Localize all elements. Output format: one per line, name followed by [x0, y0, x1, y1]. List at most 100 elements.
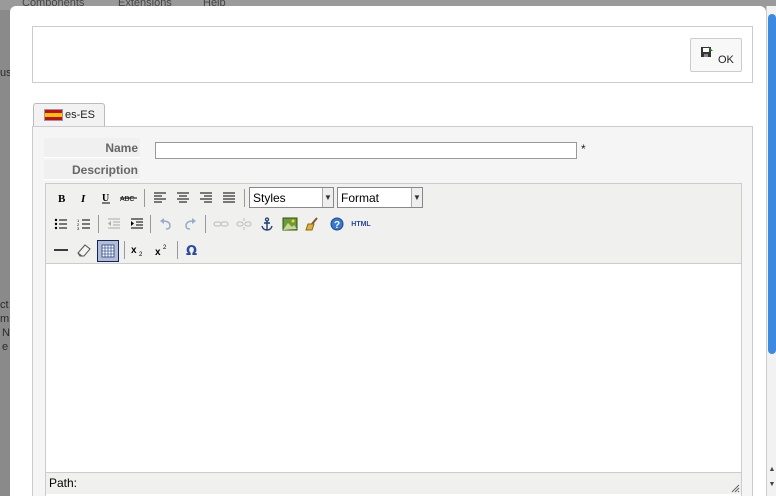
image-icon [282, 217, 298, 231]
remove-format-button[interactable] [74, 240, 94, 260]
description-label: Description [71, 163, 138, 177]
vertical-scrollbar[interactable]: ▲ ▼ [766, 6, 776, 496]
numbered-list-icon: 123 [77, 218, 90, 230]
undo-button[interactable] [156, 214, 176, 234]
unlink-button[interactable] [234, 214, 254, 234]
background-text-fragment: ct [0, 299, 9, 311]
path-label: Path: [49, 476, 78, 490]
required-mark: * [581, 142, 586, 156]
subscript-button[interactable]: x2 [128, 240, 148, 260]
align-left-button[interactable] [150, 188, 170, 208]
svg-text:2: 2 [139, 252, 143, 257]
format-select[interactable]: Format ▼ [337, 187, 423, 208]
svg-text:x: x [155, 247, 161, 257]
spain-flag-icon [44, 109, 63, 121]
underline-button[interactable]: U [96, 188, 116, 208]
svg-text:Ω: Ω [186, 244, 197, 257]
background-text-fragment: m [0, 313, 10, 325]
table-icon [101, 244, 115, 258]
broom-icon [305, 217, 318, 231]
toolbar-panel: OK [32, 26, 753, 83]
description-label-cell: Description [44, 160, 140, 180]
editor-content-area[interactable] [46, 264, 741, 472]
redo-icon [185, 218, 196, 230]
align-center-button[interactable] [173, 188, 193, 208]
align-center-icon [177, 192, 189, 203]
numbered-list-button[interactable]: 123 [74, 214, 94, 234]
ok-label: OK [718, 54, 734, 66]
outdent-icon [108, 218, 120, 229]
horizontal-rule-icon [54, 249, 68, 251]
italic-icon: I [80, 193, 86, 204]
tab-es-es[interactable]: es-ES [33, 103, 105, 127]
styles-select[interactable]: Styles ▼ [249, 187, 334, 208]
anchor-icon [261, 217, 273, 231]
bold-button[interactable]: B [52, 188, 72, 208]
background-text-fragment: e [2, 341, 9, 353]
underline-icon: U [102, 193, 110, 204]
editor-status-bar: Path: [46, 472, 741, 494]
svg-text:2: 2 [163, 245, 167, 251]
html-label: HTML [351, 220, 371, 228]
editor-toolbar: B I U ABC Styles ▼ Format ▼ 1 2 3 ? HTML… [46, 184, 741, 264]
help-icon: ? [330, 217, 344, 231]
strikethrough-icon: ABC [120, 196, 137, 203]
strikethrough-button[interactable]: ABC [119, 188, 139, 208]
align-left-icon [154, 192, 166, 203]
horizontal-rule-button[interactable] [51, 240, 71, 260]
superscript-button[interactable]: x2 [152, 240, 172, 260]
special-char-button[interactable]: Ω [182, 240, 202, 260]
modal-dialog: OK es-ES Name * Description B I U ABC St… [10, 6, 766, 496]
indent-button[interactable] [127, 214, 147, 234]
chevron-down-icon: ▼ [411, 188, 422, 207]
svg-text:x: x [131, 245, 137, 256]
outdent-button[interactable] [104, 214, 124, 234]
omega-icon: Ω [186, 244, 197, 257]
svg-text:U: U [102, 193, 109, 204]
insert-image-button[interactable] [280, 214, 300, 234]
chevron-down-icon: ▼ [322, 188, 333, 207]
ok-button[interactable]: OK [690, 38, 742, 72]
tab-label: es-ES [65, 109, 95, 121]
bold-icon: B [58, 193, 66, 204]
name-label-cell: Name [44, 138, 140, 158]
scroll-down-arrow-icon[interactable]: ▼ [767, 480, 776, 490]
background-text-fragment: N [2, 327, 10, 339]
svg-text:ABC: ABC [120, 196, 134, 203]
unlink-icon [236, 218, 252, 230]
help-button[interactable]: ? [327, 214, 347, 234]
link-icon [213, 221, 229, 227]
table-button[interactable] [97, 240, 119, 262]
html-source-button[interactable]: HTML [349, 214, 373, 234]
svg-text:I: I [80, 193, 86, 204]
svg-text:?: ? [334, 220, 340, 231]
svg-text:B: B [58, 193, 66, 204]
scroll-up-arrow-icon[interactable]: ▲ [767, 465, 776, 475]
save-icon [701, 46, 713, 57]
justify-icon [223, 192, 235, 203]
subscript-icon: x2 [131, 245, 143, 257]
link-button[interactable] [211, 214, 231, 234]
anchor-button[interactable] [257, 214, 277, 234]
indent-icon [131, 218, 143, 229]
align-right-icon [200, 192, 212, 203]
name-label: Name [105, 141, 138, 155]
align-right-button[interactable] [196, 188, 216, 208]
cleanup-button[interactable] [303, 214, 323, 234]
bullet-list-icon [54, 218, 67, 230]
format-select-value: Format [341, 191, 380, 205]
tab-panel: Name * Description B I U ABC Styles ▼ Fo… [32, 126, 753, 496]
undo-icon [160, 218, 171, 230]
eraser-icon [77, 244, 91, 257]
name-input[interactable] [155, 142, 577, 159]
resize-handle-icon[interactable] [730, 483, 740, 493]
scrollbar-thumb[interactable] [768, 14, 776, 354]
redo-button[interactable] [180, 214, 200, 234]
styles-select-value: Styles [253, 191, 286, 205]
rich-text-editor: B I U ABC Styles ▼ Format ▼ 1 2 3 ? HTML… [45, 183, 742, 496]
superscript-icon: x2 [155, 245, 167, 257]
italic-button[interactable]: I [74, 188, 94, 208]
bullet-list-button[interactable] [51, 214, 71, 234]
svg-text:3: 3 [77, 226, 80, 230]
justify-button[interactable] [219, 188, 239, 208]
